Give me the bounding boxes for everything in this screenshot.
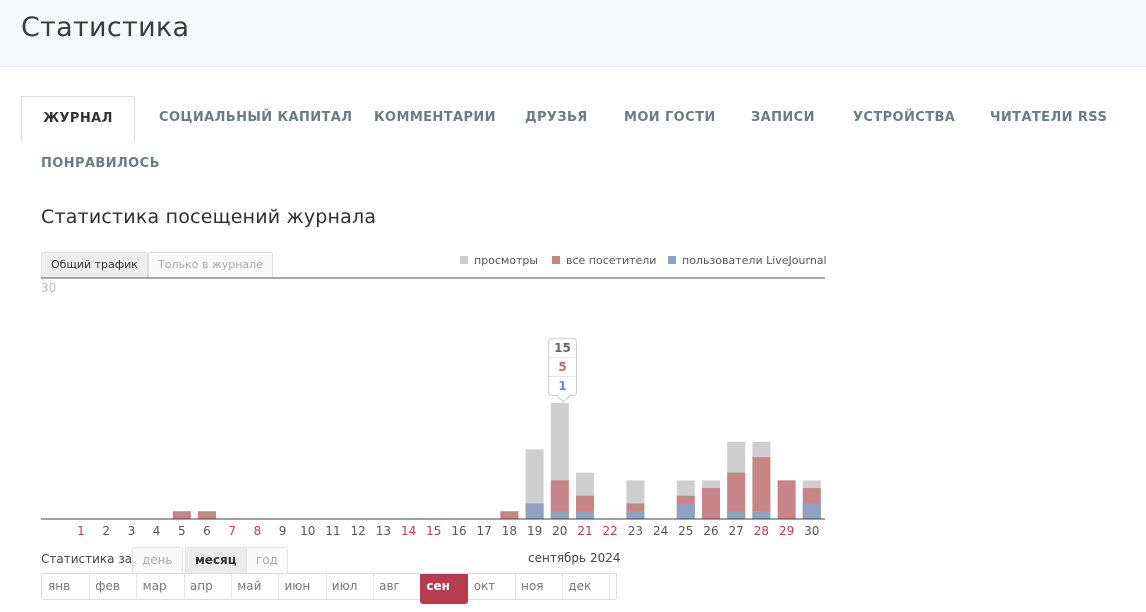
month-selector: янв фев мар апр май июн июл авг сен окт ноя дек [41, 573, 617, 604]
bar-all-visitors-26 [702, 488, 720, 519]
bar-all-visitors-18 [500, 511, 519, 519]
tooltip-views: 15 [549, 339, 576, 358]
x-tick-label-13: 13 [376, 524, 391, 538]
visits-chart-svg: 301 2 3 4 5 6 7 8 9 10 11 12 13 14 15 16 17 18 19 20 21 22 23 2… [41, 277, 825, 538]
x-tick-label-15: 15 [426, 524, 441, 538]
x-tick-label-21: 21 [577, 524, 592, 538]
bar-lj-users-23 [626, 511, 645, 519]
x-tick-label-8: 8 [254, 524, 262, 538]
x-tick-label-10: 10 [300, 524, 315, 538]
tooltip-all-visitors: 5 [549, 358, 576, 377]
bar-tooltip: 15 5 1 [548, 338, 577, 396]
current-period: сентябрь 2024 [528, 551, 621, 565]
x-tick-label-20: 20 [552, 524, 567, 538]
month-6[interactable]: июн [279, 574, 327, 599]
x-tick-label-28: 28 [754, 524, 769, 538]
month-11[interactable]: ноя [515, 574, 563, 599]
x-tick-label-7: 7 [228, 524, 236, 538]
bar-all-visitors-29 [777, 480, 796, 519]
x-tick-label-29: 29 [779, 524, 794, 538]
bar-lj-users-19 [525, 503, 544, 519]
month-7[interactable]: июл [326, 574, 374, 599]
x-tick-label-24: 24 [653, 524, 668, 538]
month-1[interactable]: янв [42, 574, 90, 599]
x-tick-label-12: 12 [351, 524, 366, 538]
period-month-button[interactable]: месяц [185, 547, 247, 573]
x-tick-label-30: 30 [804, 524, 819, 538]
x-tick-label-26: 26 [703, 524, 718, 538]
x-tick-label-4: 4 [153, 524, 161, 538]
bar-lj-users-25 [676, 503, 695, 519]
x-tick-label-19: 19 [527, 524, 542, 538]
x-tick-label-14: 14 [401, 524, 416, 538]
x-tick-label-18: 18 [502, 524, 517, 538]
month-4[interactable]: апр [184, 574, 232, 599]
month-12[interactable]: дек [562, 574, 611, 599]
x-tick-label-3: 3 [128, 524, 136, 538]
bar-all-visitors-28 [752, 457, 771, 519]
x-tick-label-23: 23 [628, 524, 643, 538]
period-label: Статистика за [41, 552, 133, 566]
month-8[interactable]: авг [373, 574, 422, 599]
bar-all-visitors-6 [198, 511, 216, 519]
x-tick-label-2: 2 [102, 524, 110, 538]
x-tick-label-9: 9 [279, 524, 287, 538]
tooltip-lj-users: 1 [558, 379, 567, 393]
visits-chart: 30 1 2 3 4 5 6 7 8 9 10 11 12 13 14 15 16 17 18 19 20 21 22 23 2… [0, 0, 1146, 612]
period-year-button[interactable]: год [246, 547, 288, 573]
bar-lj-users-20 [550, 511, 569, 519]
bar-lj-users-21 [576, 511, 594, 519]
x-tick-label-22: 22 [603, 524, 618, 538]
bar-lj-users-30 [802, 503, 821, 519]
bar-lj-users-28 [752, 511, 771, 519]
x-tick-label-6: 6 [203, 524, 211, 538]
x-tick-label-17: 17 [477, 524, 492, 538]
x-tick-label-1: 1 [77, 524, 85, 538]
month-3[interactable]: мар [137, 574, 185, 599]
x-tick-label-16: 16 [451, 524, 466, 538]
x-tick-label-27: 27 [729, 524, 744, 538]
bar-lj-users-27 [727, 511, 746, 519]
bar-all-visitors-5 [172, 511, 191, 519]
month-10[interactable]: окт [468, 574, 516, 599]
x-tick-label-11: 11 [325, 524, 340, 538]
y-axis-max-label: 30 [41, 281, 56, 295]
month-2[interactable]: фев [89, 574, 138, 599]
month-9[interactable]: сен [420, 574, 469, 604]
x-tick-label-25: 25 [678, 524, 693, 538]
month-5[interactable]: май [231, 574, 280, 599]
x-tick-label-5: 5 [178, 524, 186, 538]
period-day-button[interactable]: день [132, 547, 183, 573]
